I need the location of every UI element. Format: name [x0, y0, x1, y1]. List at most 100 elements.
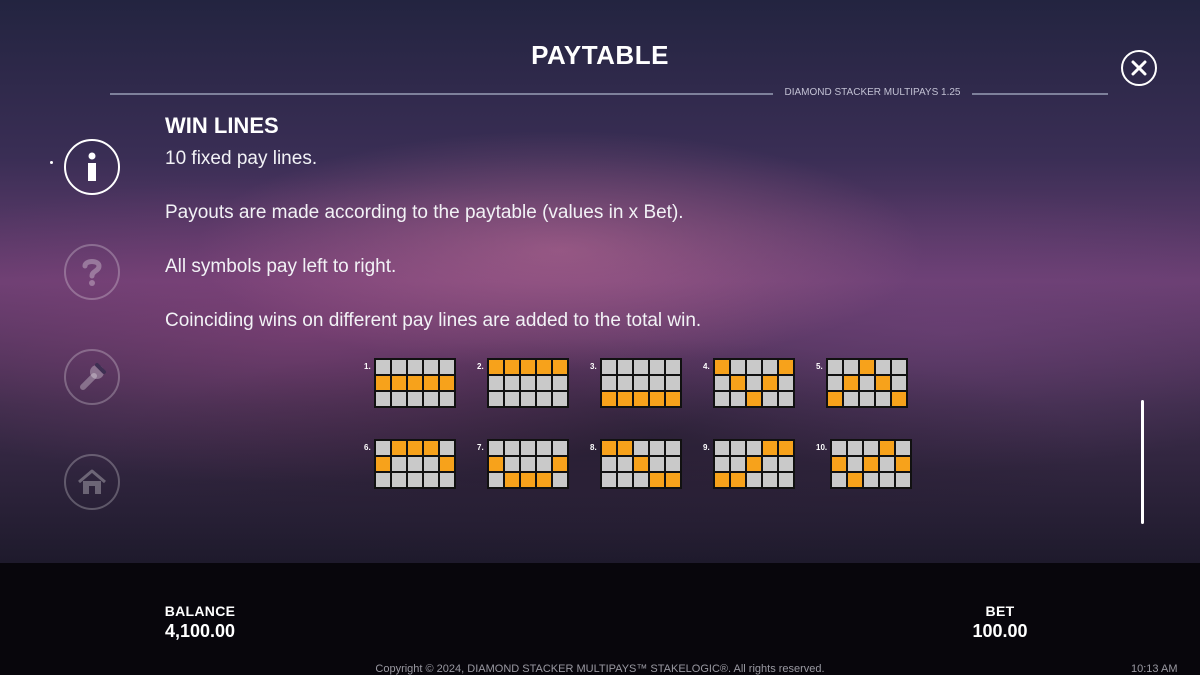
- payline-cell: [423, 360, 438, 374]
- bet-display: BET 100.00: [950, 603, 1050, 642]
- payline-cell: [439, 392, 454, 406]
- payline-cell: [827, 360, 842, 374]
- payline-number: 6.: [364, 443, 371, 452]
- payline-grid: [830, 439, 913, 489]
- payline-cell-active: [520, 473, 535, 487]
- payline-cell: [746, 376, 761, 390]
- payline-cell: [504, 457, 519, 471]
- payline-cell-active: [827, 392, 842, 406]
- active-indicator: [50, 161, 53, 164]
- payline-cell: [848, 457, 863, 471]
- sidebar-item-home[interactable]: [64, 454, 120, 510]
- payline-cell: [891, 360, 906, 374]
- payline-cell-active: [504, 473, 519, 487]
- payline-grid: [599, 358, 682, 408]
- payline-cell: [633, 376, 648, 390]
- payline-cell: [762, 392, 777, 406]
- game-version: DIAMOND STACKER MULTIPAYS 1.25: [784, 87, 961, 98]
- payline-grid: [825, 358, 908, 408]
- payline-cell: [391, 360, 406, 374]
- balance-label: BALANCE: [164, 603, 236, 619]
- payline-cell: [730, 360, 745, 374]
- payline-number: 2.: [477, 362, 484, 371]
- payline-cell: [552, 376, 567, 390]
- payline-cell: [520, 441, 535, 455]
- scrollbar[interactable]: [1141, 400, 1144, 524]
- payline-cell: [488, 392, 503, 406]
- payline-cell: [633, 441, 648, 455]
- payline-grid: [712, 439, 795, 489]
- payline-cell: [552, 441, 567, 455]
- payline-cell-active: [536, 360, 551, 374]
- payline-cell: [730, 441, 745, 455]
- payline-cell-active: [391, 441, 406, 455]
- paragraph-payouts: Payouts are made according to the paytab…: [165, 202, 684, 223]
- payline-cell: [665, 376, 680, 390]
- payline-cell: [778, 392, 793, 406]
- payline-cell: [714, 376, 729, 390]
- close-button[interactable]: [1121, 50, 1157, 86]
- payline-cell: [552, 392, 567, 406]
- payline-cell-active: [762, 376, 777, 390]
- payline-cell-active: [864, 457, 879, 471]
- payline-cell-active: [552, 457, 567, 471]
- payline-cell-active: [714, 360, 729, 374]
- payline-cell-active: [633, 392, 648, 406]
- payline-cell: [832, 473, 847, 487]
- payline-number: 10.: [816, 443, 828, 452]
- payline-cell: [504, 392, 519, 406]
- payline-cell: [520, 392, 535, 406]
- payline-cell-active: [375, 457, 390, 471]
- payline-cell: [665, 441, 680, 455]
- payline-cell-active: [891, 392, 906, 406]
- balance-value: 4,100.00: [164, 621, 236, 641]
- payline-grid: [599, 439, 682, 489]
- payline-cell: [730, 457, 745, 471]
- payline-cell-active: [880, 441, 895, 455]
- payline-number: 4.: [703, 362, 710, 371]
- payline-cell: [633, 473, 648, 487]
- payline-cell: [488, 441, 503, 455]
- payline-cell: [665, 457, 680, 471]
- payline-cell-active: [439, 457, 454, 471]
- sidebar-item-help[interactable]: [64, 244, 120, 300]
- payline-cell: [375, 441, 390, 455]
- payline-cell-active: [730, 473, 745, 487]
- payline-cell: [875, 360, 890, 374]
- payline-cell: [601, 457, 616, 471]
- payline-cell: [730, 392, 745, 406]
- payline-cell: [536, 392, 551, 406]
- payline-cell-active: [601, 392, 616, 406]
- payline-cell: [439, 360, 454, 374]
- copyright-text: Copyright © 2024, DIAMOND STACKER MULTIP…: [375, 663, 825, 675]
- payline-cell-active: [832, 457, 847, 471]
- paragraph-direction: All symbols pay left to right.: [165, 256, 397, 277]
- payline-cell: [423, 457, 438, 471]
- payline-cell: [536, 376, 551, 390]
- paragraph-fixed-lines: 10 fixed pay lines.: [165, 148, 318, 169]
- payline-cell: [504, 376, 519, 390]
- payline-9: 9.: [703, 439, 795, 489]
- payline-cell: [391, 392, 406, 406]
- sidebar-item-settings[interactable]: [64, 349, 120, 405]
- payline-cell: [504, 441, 519, 455]
- payline-cell-active: [714, 473, 729, 487]
- payline-cell: [848, 441, 863, 455]
- sidebar-item-info[interactable]: [64, 139, 120, 195]
- close-icon: [1131, 60, 1147, 76]
- payline-cell: [488, 376, 503, 390]
- payline-cell: [617, 473, 632, 487]
- clock: 10:13 AM: [1131, 663, 1178, 675]
- payline-cell-active: [859, 360, 874, 374]
- payline-cell: [423, 392, 438, 406]
- payline-cell: [843, 392, 858, 406]
- payline-number: 8.: [590, 443, 597, 452]
- payline-cell-active: [488, 457, 503, 471]
- balance-display: BALANCE 4,100.00: [140, 603, 260, 642]
- payline-cell: [896, 473, 911, 487]
- payline-cell: [649, 441, 664, 455]
- payline-grid: [712, 358, 795, 408]
- win-lines-section: WIN LINES 10 fixed pay lines. Payouts ar…: [165, 113, 1065, 333]
- payline-cell-active: [617, 441, 632, 455]
- payline-number: 9.: [703, 443, 710, 452]
